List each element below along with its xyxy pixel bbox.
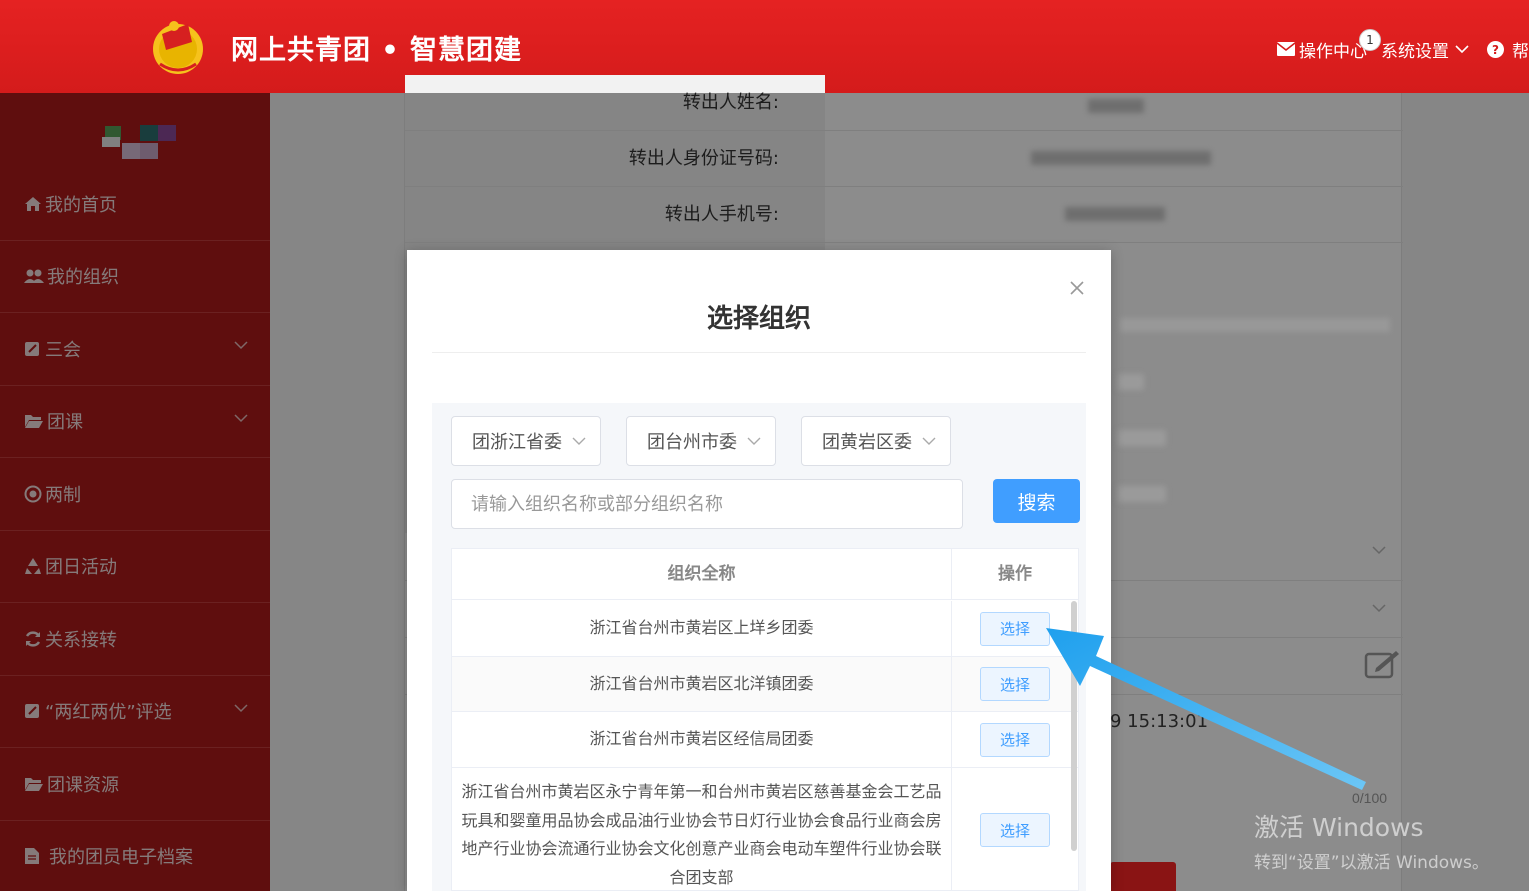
table-row: 浙江省台州市黄岩区永宁青年第一和台州市黄岩区慈善基金会工艺品玩具和婴童用品协会成…	[452, 768, 1078, 890]
dialog-title: 选择组织	[706, 304, 811, 334]
help-label: 帮	[1512, 41, 1529, 62]
ops-center-link[interactable]: 操作中心 1	[1277, 28, 1381, 62]
district-select-value: 团黄岩区委	[822, 432, 912, 453]
select-org-button[interactable]: 选择	[980, 611, 1050, 646]
question-icon: ?	[1487, 40, 1504, 58]
city-select-value: 团台州市委	[647, 432, 737, 453]
table-header: 组织全称 操作	[452, 549, 1078, 600]
help-link[interactable]: ? 帮	[1487, 37, 1529, 62]
settings-label: 系统设置	[1381, 41, 1449, 62]
brand-title: 网上共青团 • 智慧团建	[231, 35, 523, 66]
table-row: 浙江省台州市黄岩区经信局团委 选择	[452, 712, 1078, 768]
select-org-button[interactable]: 选择	[980, 667, 1050, 701]
city-select[interactable]: 团台州市委	[626, 416, 776, 466]
divider	[432, 352, 1086, 353]
chevron-down-icon	[1372, 546, 1386, 555]
table-scrollbar[interactable]	[1071, 601, 1077, 851]
select-org-dialog: 选择组织 团浙江省委 团台州市委 团黄岩区委 搜索 组织全称 操作 浙江省台州市…	[407, 250, 1111, 891]
action-cell: 选择	[952, 601, 1078, 656]
column-header-org-name: 组织全称	[452, 549, 952, 600]
org-name-cell: 浙江省台州市黄岩区北洋镇团委	[452, 657, 952, 711]
notification-badge: 1	[1359, 28, 1381, 51]
org-search-input[interactable]	[451, 479, 963, 529]
chevron-down-icon	[922, 437, 936, 445]
action-cell: 选择	[952, 712, 1078, 767]
edit-icon[interactable]	[1364, 649, 1400, 679]
char-counter: 0/100	[1352, 790, 1388, 806]
chevron-down-icon	[1455, 45, 1469, 54]
redacted-value	[1118, 430, 1166, 446]
column-header-action: 操作	[998, 564, 1032, 584]
province-select-value: 团浙江省委	[472, 432, 562, 453]
chevron-down-icon	[1372, 604, 1386, 613]
org-table: 组织全称 操作 浙江省台州市黄岩区上垟乡团委 选择 浙江省台州市黄岩区北洋镇团委…	[451, 548, 1079, 891]
action-cell: 选择	[952, 768, 1078, 890]
district-select[interactable]: 团黄岩区委	[801, 416, 951, 466]
watermark-line2: 转到“设置”以激活 Windows。	[1254, 853, 1489, 873]
org-name-cell: 浙江省台州市黄岩区上垟乡团委	[452, 601, 952, 656]
ops-center-label: 操作中心	[1299, 41, 1367, 62]
youth-league-logo	[153, 21, 203, 74]
chevron-down-icon	[747, 437, 761, 445]
table-row: 浙江省台州市黄岩区上垟乡团委 选择	[452, 601, 1078, 657]
watermark-line1: 激活 Windows	[1254, 813, 1424, 842]
close-icon[interactable]	[1069, 280, 1085, 296]
header-nav: 操作中心 1 系统设置 ? 帮	[1277, 28, 1529, 64]
org-name-cell: 浙江省台州市黄岩区经信局团委	[452, 712, 952, 767]
redacted-value	[1120, 318, 1390, 332]
select-org-button[interactable]: 选择	[980, 722, 1050, 757]
redacted-value	[1118, 374, 1144, 390]
timestamp-fragment: 9 15:13:01	[1110, 711, 1209, 732]
org-name-cell: 浙江省台州市黄岩区永宁青年第一和台州市黄岩区慈善基金会工艺品玩具和婴童用品协会成…	[452, 768, 952, 890]
windows-activation-watermark: 激活 Windows 转到“设置”以激活 Windows。	[1254, 808, 1489, 873]
table-row: 浙江省台州市黄岩区北洋镇团委 选择	[452, 657, 1078, 712]
svg-text:?: ?	[1492, 43, 1499, 57]
envelope-icon	[1277, 42, 1295, 56]
submit-button-partial[interactable]	[1110, 862, 1176, 891]
chevron-down-icon	[572, 437, 586, 445]
action-cell: 选择	[952, 657, 1078, 711]
org-search-panel: 团浙江省委 团台州市委 团黄岩区委 搜索 组织全称 操作 浙江省台州市黄岩区上垟…	[432, 403, 1086, 891]
settings-dropdown[interactable]: 系统设置	[1381, 37, 1473, 62]
search-button[interactable]: 搜索	[993, 479, 1080, 523]
redacted-value	[1118, 486, 1166, 502]
province-select[interactable]: 团浙江省委	[451, 416, 601, 466]
select-org-button[interactable]: 选择	[980, 813, 1050, 847]
